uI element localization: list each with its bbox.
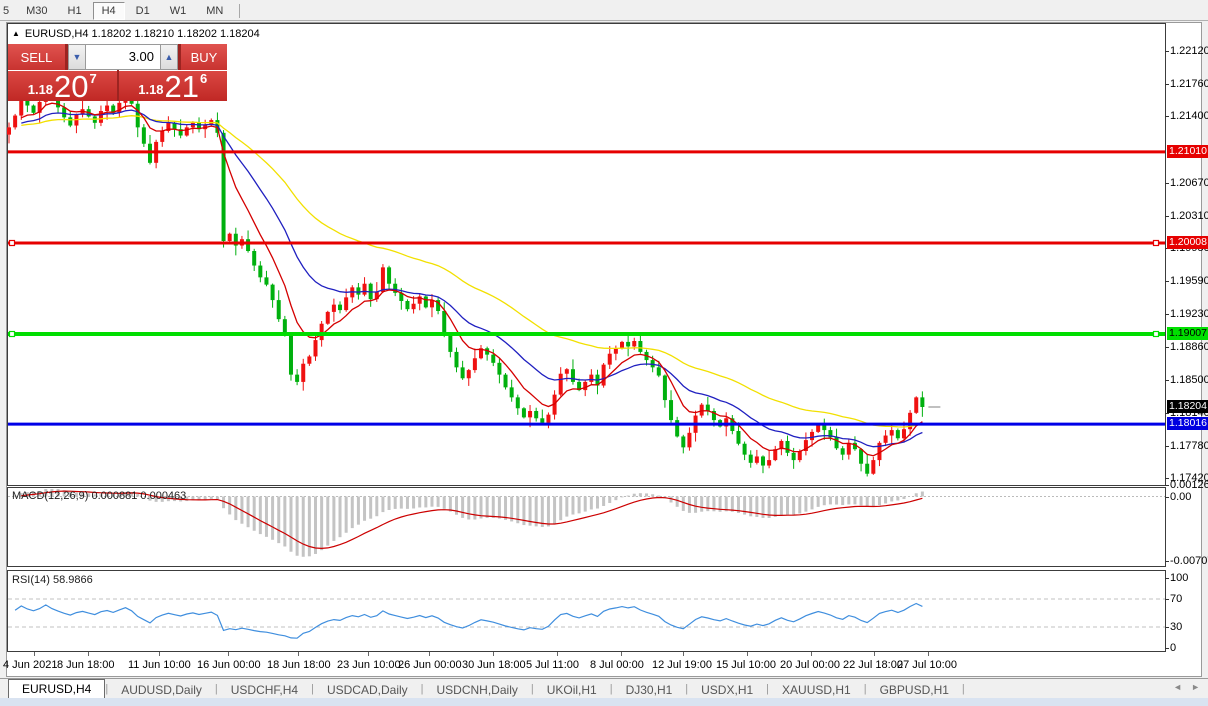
price-tick-label: 1.18860 [1170, 341, 1208, 353]
sell-price-pips: 20 [54, 73, 88, 100]
macd-axis-dash [1165, 485, 1169, 486]
one-click-trade-panel: SELL ▼ 3.00 ▲ BUY 1.18 20 7 1.18 21 6 [8, 44, 227, 101]
price-badge: 1.19007 [1167, 327, 1208, 340]
date-axis-label: 16 Jun 00:00 [197, 659, 261, 671]
date-axis-tick [557, 652, 558, 656]
macd-axis-dash [1165, 497, 1169, 498]
hline-handle [10, 241, 15, 246]
price-tick-dash [1165, 478, 1169, 479]
date-axis-label: 4 Jun 2021 [3, 659, 57, 671]
date-axis-tick [298, 652, 299, 656]
price-badge: 1.18204 [1167, 400, 1208, 413]
price-tick-dash [1165, 51, 1169, 52]
rsi-axis-dash [1165, 648, 1169, 649]
buy-price-display[interactable]: 1.18 21 6 [119, 70, 228, 101]
chart-canvas[interactable] [0, 0, 1208, 706]
rsi-axis-dash [1165, 578, 1169, 579]
date-axis-label: 30 Jun 18:00 [462, 659, 526, 671]
date-axis-label: 12 Jul 19:00 [652, 659, 712, 671]
hline-handle [1154, 332, 1159, 337]
volume-input[interactable]: 3.00 [86, 44, 160, 70]
date-axis-tick [159, 652, 160, 656]
macd-axis-label: -0.00707 [1170, 555, 1208, 567]
rsi-indicator-title: RSI(14) 58.9866 [12, 574, 93, 586]
date-axis-label: 11 Jun 10:00 [128, 659, 191, 671]
volume-decrease-button[interactable]: ▼ [68, 44, 86, 70]
date-axis-tick [683, 652, 684, 656]
price-badge: 1.20008 [1167, 236, 1208, 249]
price-tick-dash [1165, 314, 1169, 315]
macd-indicator-title: MACD(12,26,9) 0.000881 0.000463 [12, 490, 186, 502]
price-tick-label: 1.19590 [1170, 275, 1208, 287]
price-tick-dash [1165, 183, 1169, 184]
price-tick-dash [1165, 446, 1169, 447]
price-tick-label: 1.22120 [1170, 45, 1208, 57]
date-axis-tick [621, 652, 622, 656]
price-tick-label: 1.19230 [1170, 308, 1208, 320]
sell-price-figure: 1.18 [28, 82, 53, 97]
date-axis-label: 23 Jun 10:00 [337, 659, 401, 671]
price-badge: 1.18016 [1167, 417, 1208, 430]
rsi-axis-dash [1165, 627, 1169, 628]
date-axis-tick [368, 652, 369, 656]
volume-increase-button[interactable]: ▲ [160, 44, 178, 70]
date-axis-label: 5 Jul 11:00 [526, 659, 579, 671]
date-axis-tick [874, 652, 875, 656]
rsi-axis-label: 30 [1170, 621, 1182, 633]
price-tick-dash [1165, 216, 1169, 217]
price-tick-dash [1165, 84, 1169, 85]
sell-button[interactable]: SELL [8, 44, 65, 70]
rsi-axis-label: 70 [1170, 593, 1182, 605]
date-axis-tick [429, 652, 430, 656]
rsi-axis-label: 0 [1170, 642, 1176, 654]
sell-price-display[interactable]: 1.18 20 7 [8, 70, 117, 101]
date-axis-label: 20 Jul 00:00 [780, 659, 840, 671]
buy-price-figure: 1.18 [138, 82, 163, 97]
macd-axis-label: 0.00126 [1170, 479, 1208, 491]
macd-axis-dash [1165, 561, 1169, 562]
date-axis-label: 22 Jul 18:00 [843, 659, 903, 671]
date-axis-tick [928, 652, 929, 656]
rsi-axis-dash [1165, 599, 1169, 600]
chart-title-marker-icon: ▲ [12, 29, 20, 38]
date-axis-tick [747, 652, 748, 656]
hline-handle [10, 332, 15, 337]
date-axis-tick [228, 652, 229, 656]
macd-axis-label: 0.00 [1170, 491, 1191, 503]
date-axis-label: 8 Jun 18:00 [57, 659, 115, 671]
price-tick-dash [1165, 281, 1169, 282]
date-axis-label: 8 Jul 00:00 [590, 659, 644, 671]
price-tick-label: 1.21760 [1170, 78, 1208, 90]
price-tick-dash [1165, 380, 1169, 381]
date-axis-label: 15 Jul 10:00 [716, 659, 776, 671]
buy-price-pips: 21 [165, 73, 199, 100]
price-tick-label: 1.20670 [1170, 177, 1208, 189]
date-axis-label: 27 Jul 10:00 [897, 659, 957, 671]
price-tick-label: 1.17780 [1170, 440, 1208, 452]
date-axis-tick [493, 652, 494, 656]
buy-button[interactable]: BUY [181, 44, 227, 70]
date-axis-tick [811, 652, 812, 656]
date-axis-tick [88, 652, 89, 656]
price-badge: 1.21010 [1167, 145, 1208, 158]
date-axis-label: 18 Jun 18:00 [267, 659, 331, 671]
date-axis-tick [34, 652, 35, 656]
trading-terminal: 5M30H1H4D1W1MN ▲EURUSD,H4 1.18202 1.1821… [0, 0, 1208, 706]
chart-title-text: EURUSD,H4 1.18202 1.18210 1.18202 1.1820… [25, 28, 260, 40]
chart-title: ▲ EURUSD,H4 1.18202 1.18210 1.18202 1.182… [12, 28, 260, 40]
price-tick-label: 1.20310 [1170, 210, 1208, 222]
price-tick-dash [1165, 116, 1169, 117]
price-tick-label: 1.18500 [1170, 374, 1208, 386]
price-tick-dash [1165, 347, 1169, 348]
rsi-axis-label: 100 [1170, 572, 1188, 584]
sell-price-point: 7 [90, 71, 97, 86]
price-tick-label: 1.21400 [1170, 110, 1208, 122]
date-axis-label: 26 Jun 00:00 [398, 659, 462, 671]
buy-price-point: 6 [200, 71, 207, 86]
hline-handle [1154, 241, 1159, 246]
